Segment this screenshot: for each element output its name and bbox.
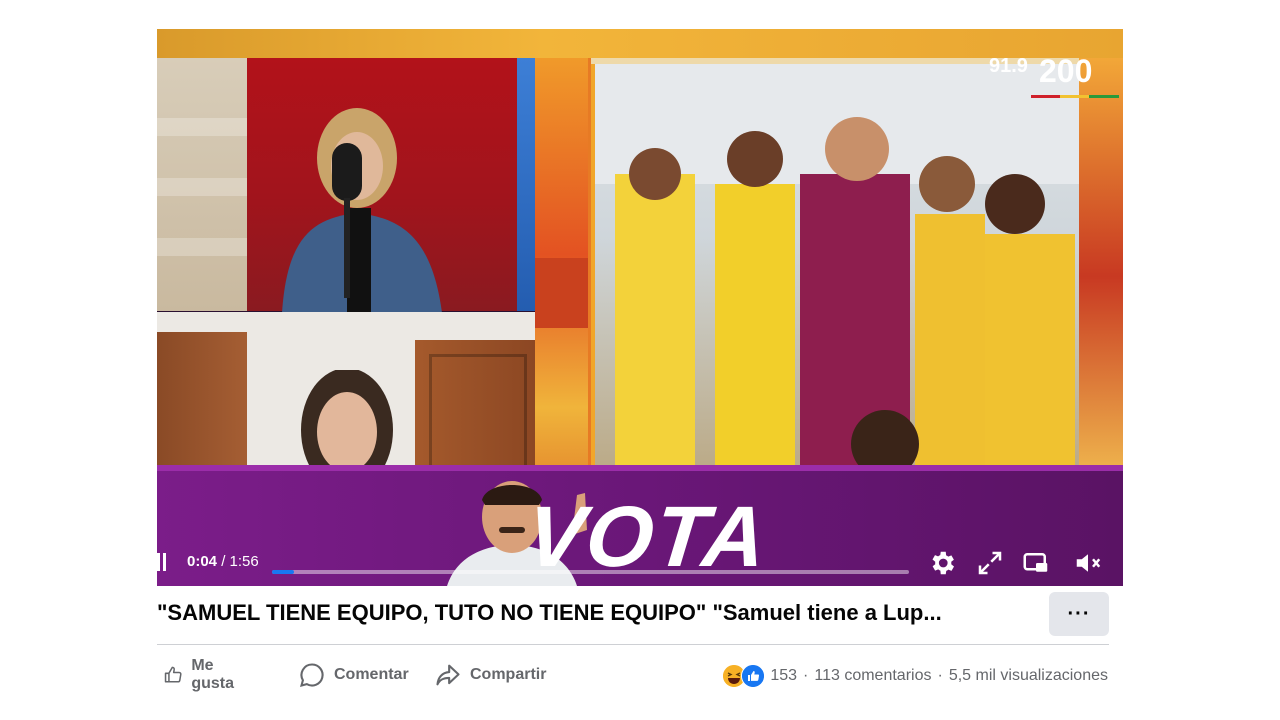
video-top-band [157, 29, 1123, 59]
mute-icon[interactable] [1073, 548, 1103, 578]
more-options-button[interactable]: ··· [1049, 592, 1109, 636]
video-divider-strip [535, 58, 590, 495]
video-panel-host [157, 58, 538, 313]
video-panel-photo [588, 58, 1123, 495]
share-arrow-icon [436, 664, 460, 686]
video-player[interactable]: 91.9 200 VOTA 0:04 / 1:56 [157, 29, 1123, 586]
video-progress-bar[interactable] [272, 570, 909, 574]
pause-button[interactable] [157, 553, 166, 571]
reactions-count[interactable]: 153 [770, 667, 797, 685]
comments-count[interactable]: 113 comentarios [814, 667, 931, 685]
fullscreen-icon[interactable] [975, 548, 1005, 578]
picture-in-picture-icon[interactable] [1021, 548, 1051, 578]
divider [157, 644, 1109, 645]
like-button[interactable]: Me gusta [163, 657, 242, 692]
like-reaction-icon [741, 664, 766, 688]
share-button[interactable]: Compartir [434, 658, 546, 692]
settings-gear-icon[interactable] [927, 548, 957, 578]
thumbs-up-icon [164, 666, 182, 683]
comment-button[interactable]: Comentar [298, 658, 409, 692]
post-title: "SAMUEL TIENE EQUIPO, TUTO NO TIENE EQUI… [157, 600, 942, 625]
microphone-icon [332, 143, 362, 201]
reaction-icons[interactable] [722, 664, 766, 688]
views-count: 5,5 mil visualizaciones [948, 667, 1108, 684]
host-figure [282, 108, 442, 313]
video-controls: 0:04 / 1:56 [157, 543, 1123, 583]
video-time: 0:04 / 1:56 [187, 553, 259, 570]
group-photo [595, 64, 1083, 495]
post-stats: 153 · 113 comentarios · 5,5 mil visualiz… [722, 664, 1108, 688]
comment-bubble-icon [300, 663, 324, 687]
video-progress-fill [272, 570, 294, 574]
